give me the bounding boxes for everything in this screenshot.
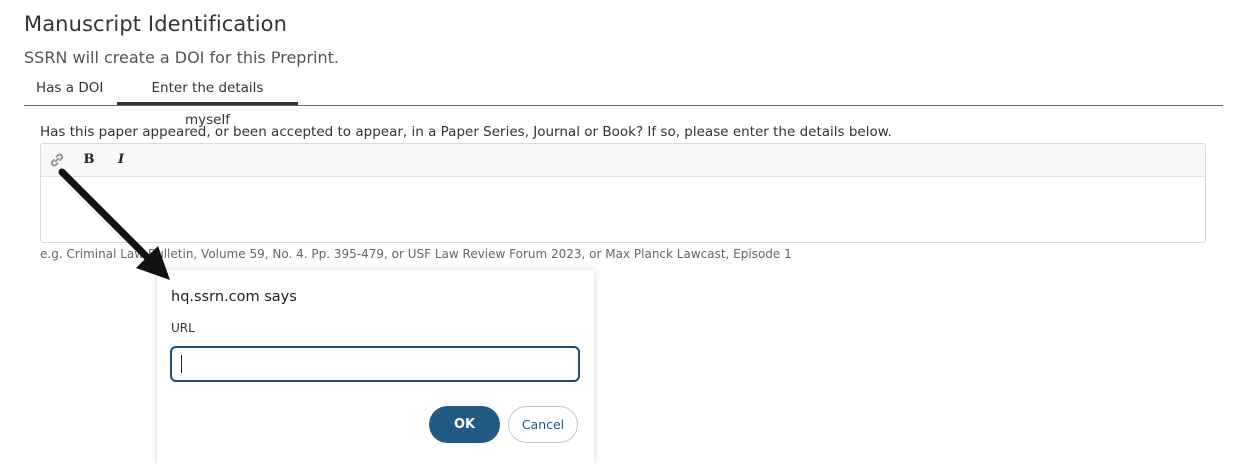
tab-bar: Has a DOI Enter the details myself xyxy=(24,72,1223,128)
editor-text-area[interactable] xyxy=(41,177,1205,242)
editor-toolbar: B I xyxy=(41,144,1205,177)
series-question-label: Has this paper appeared, or been accepte… xyxy=(40,124,892,140)
cancel-button[interactable]: Cancel xyxy=(508,406,578,443)
dialog-title: hq.ssrn.com says xyxy=(171,289,297,305)
text-caret xyxy=(181,355,182,373)
italic-button[interactable]: I xyxy=(111,150,131,170)
url-input[interactable] xyxy=(170,346,580,382)
example-hint: e.g. Criminal Law Bulletin, Volume 59, N… xyxy=(40,247,792,261)
bold-button[interactable]: B xyxy=(79,150,99,170)
page-subtitle: SSRN will create a DOI for this Preprint… xyxy=(24,48,339,67)
tab-has-doi[interactable]: Has a DOI xyxy=(24,72,115,104)
link-icon[interactable] xyxy=(47,150,67,170)
page-title: Manuscript Identification xyxy=(24,12,287,36)
details-editor: B I xyxy=(40,143,1206,243)
tab-enter-details[interactable]: Enter the details myself xyxy=(117,72,298,128)
url-label: URL xyxy=(171,321,195,335)
page: Manuscript Identification SSRN will crea… xyxy=(0,0,1246,464)
ok-button[interactable]: OK xyxy=(429,406,500,443)
url-prompt-dialog: hq.ssrn.com says URL OK Cancel xyxy=(157,270,594,464)
